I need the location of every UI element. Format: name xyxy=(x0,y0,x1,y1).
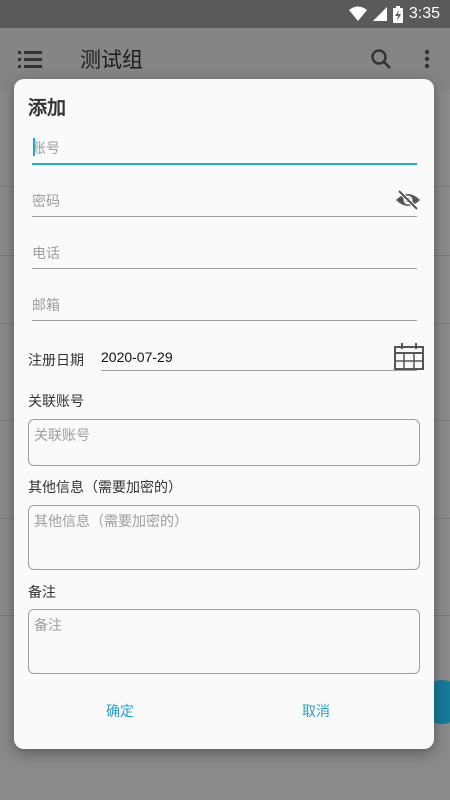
other-info-input[interactable] xyxy=(29,506,419,569)
confirm-button[interactable]: 确定 xyxy=(100,697,140,725)
notes-input[interactable] xyxy=(29,610,419,673)
register-date-label: 注册日期 xyxy=(28,353,84,369)
signal-icon xyxy=(372,7,387,21)
menu-icon xyxy=(18,51,42,68)
notes-label: 备注 xyxy=(28,585,56,601)
phone-field[interactable] xyxy=(32,239,417,269)
search-icon xyxy=(371,49,391,69)
other-info-box[interactable] xyxy=(28,505,420,570)
dialog-actions: 确定 取消 xyxy=(14,697,434,727)
password-field[interactable] xyxy=(32,187,420,217)
visibility-off-icon[interactable] xyxy=(395,189,421,211)
other-info-label: 其他信息（需要加密的） xyxy=(28,480,182,496)
battery-charging-icon xyxy=(392,5,403,23)
account-field[interactable] xyxy=(32,135,417,165)
notes-box[interactable] xyxy=(28,609,420,674)
dialog-title: 添加 xyxy=(28,97,67,119)
add-dialog: 添加 注册日期 2020-07-29 关联账号 xyxy=(14,79,434,749)
linked-account-box[interactable] xyxy=(28,419,420,466)
email-input[interactable] xyxy=(32,291,417,321)
status-bar: 3:35 xyxy=(0,0,450,28)
more-vert-icon xyxy=(424,49,430,69)
linked-account-input[interactable] xyxy=(29,420,419,465)
cancel-button[interactable]: 取消 xyxy=(296,697,336,725)
register-date-value[interactable]: 2020-07-29 xyxy=(101,344,417,371)
account-input[interactable] xyxy=(32,135,417,165)
page-title: 测试组 xyxy=(80,48,143,72)
status-time: 3:35 xyxy=(408,5,440,22)
wifi-icon xyxy=(348,6,367,21)
password-input[interactable] xyxy=(32,187,417,217)
phone-input[interactable] xyxy=(32,239,417,269)
text-cursor xyxy=(33,138,35,156)
linked-account-label: 关联账号 xyxy=(28,394,84,410)
calendar-icon[interactable] xyxy=(394,342,424,370)
email-field[interactable] xyxy=(32,291,417,321)
register-date-row: 注册日期 2020-07-29 xyxy=(28,343,424,374)
